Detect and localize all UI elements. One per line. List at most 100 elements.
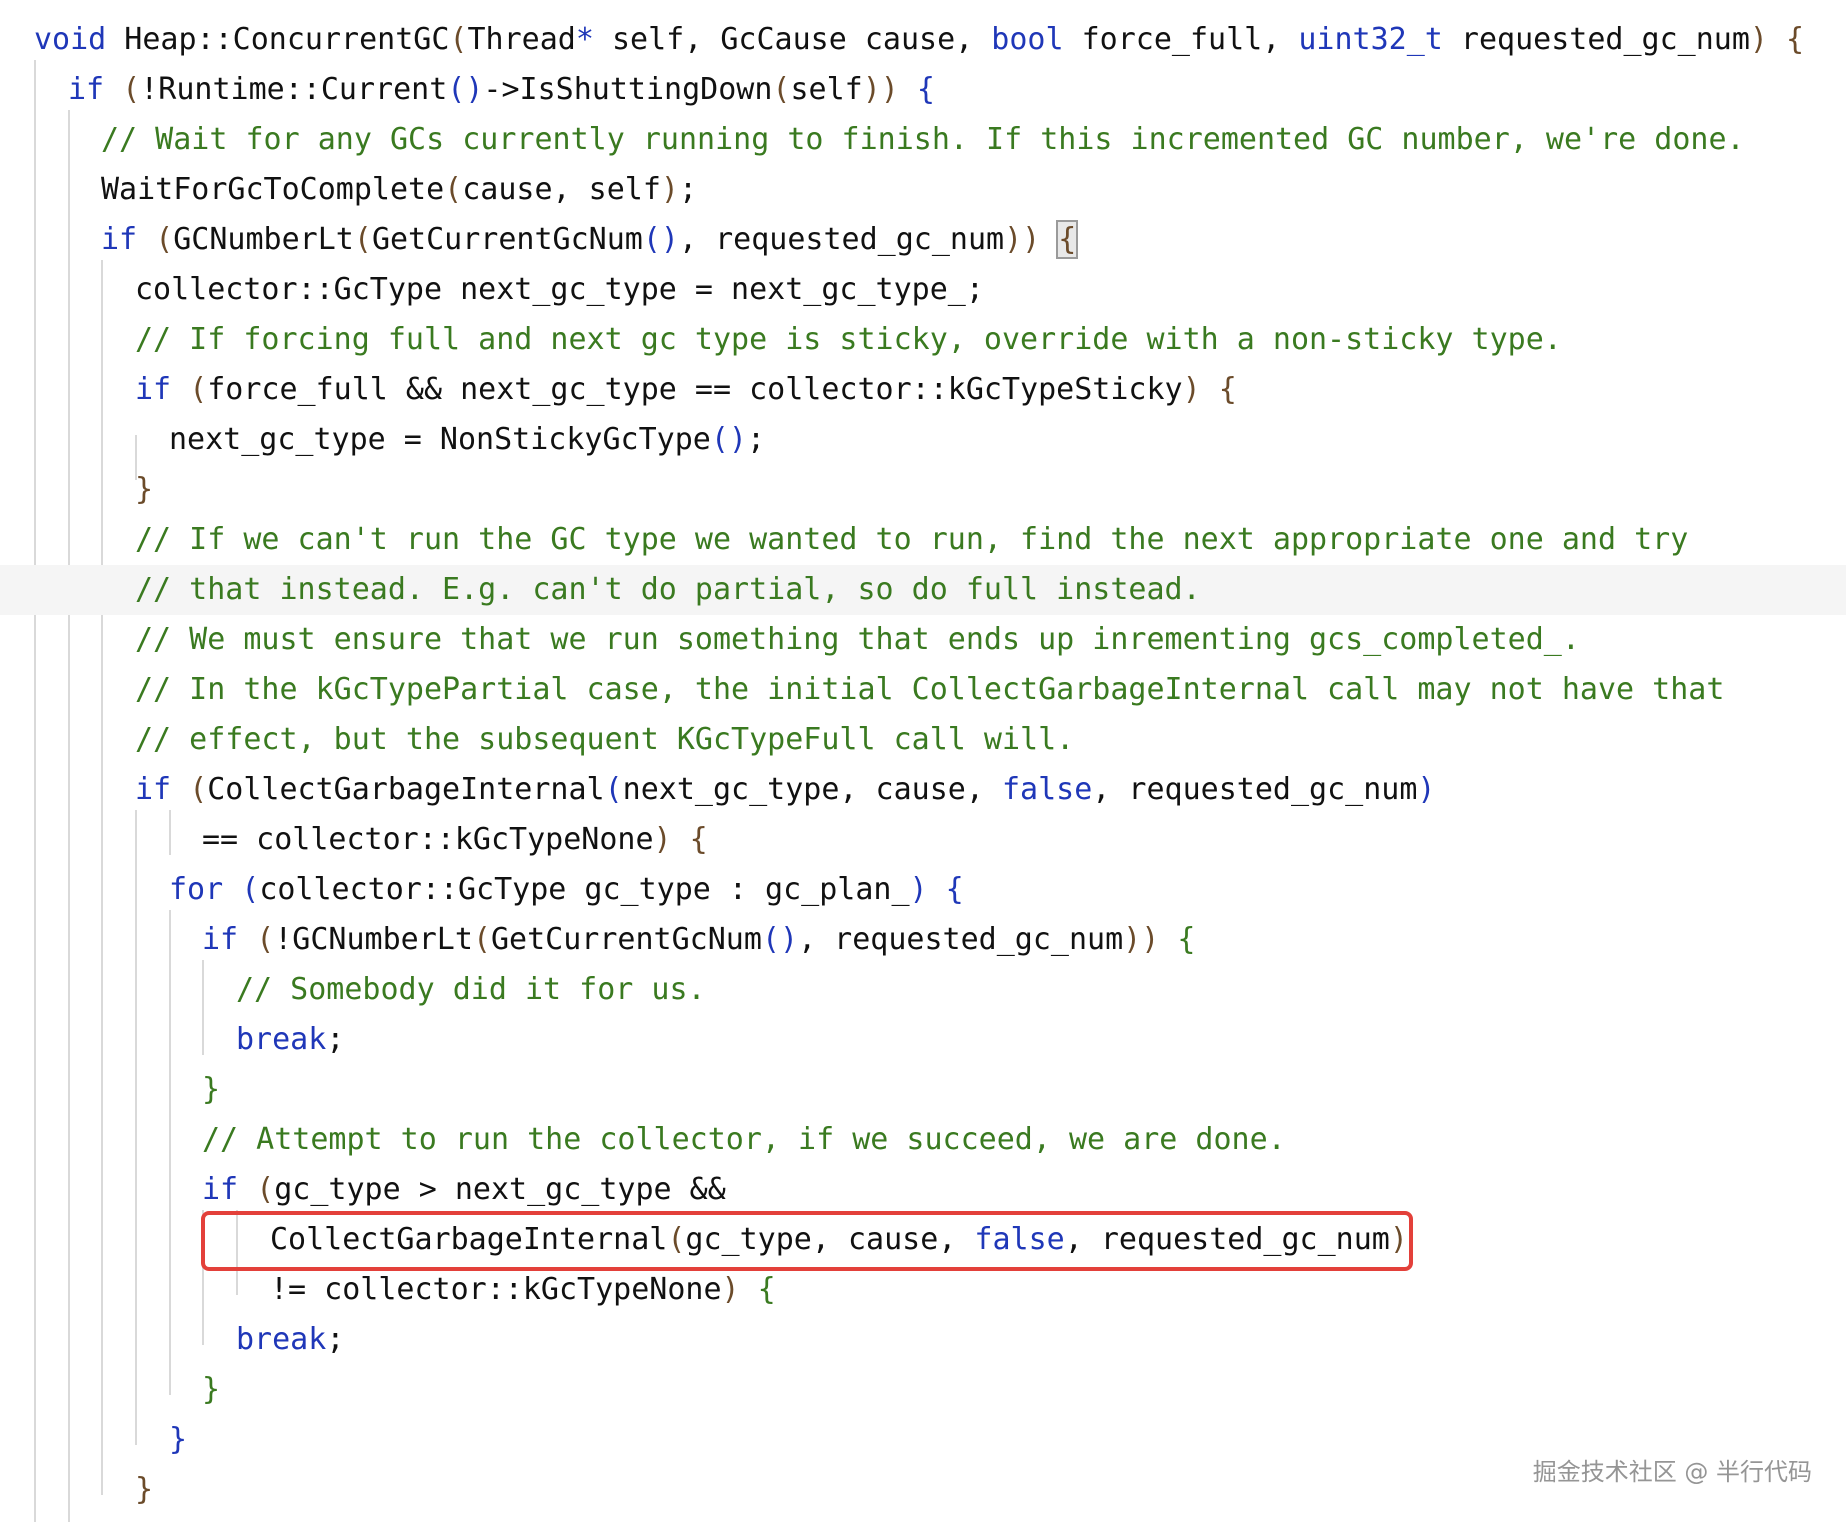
code-token: { bbox=[671, 822, 708, 857]
code-token: ) bbox=[1417, 772, 1436, 807]
code-token: ) bbox=[721, 1272, 740, 1307]
code-line[interactable]: break; bbox=[0, 1315, 1846, 1365]
code-text: break; bbox=[236, 1015, 344, 1065]
code-line[interactable]: } bbox=[0, 465, 1846, 515]
code-token: ) bbox=[1749, 22, 1768, 57]
code-text: next_gc_type = NonStickyGcType(); bbox=[169, 415, 765, 465]
code-token: Heap::ConcurrentGC bbox=[106, 22, 450, 57]
code-editor[interactable]: void Heap::ConcurrentGC(Thread* self, Gc… bbox=[0, 0, 1846, 1522]
code-token: GetCurrentGcNum bbox=[491, 922, 762, 957]
code-token: if bbox=[135, 772, 172, 807]
code-line[interactable]: if (gc_type > next_gc_type && bbox=[0, 1165, 1846, 1215]
code-line[interactable]: == collector::kGcTypeNone) { bbox=[0, 815, 1846, 865]
code-text: collector::GcType next_gc_type = next_gc… bbox=[135, 265, 984, 315]
code-token: WaitForGcToComplete bbox=[101, 172, 445, 207]
code-token: requested_gc_num bbox=[1442, 22, 1750, 57]
code-text: } bbox=[169, 1415, 187, 1465]
code-token: CollectGarbageInternal bbox=[207, 772, 605, 807]
code-token: ( bbox=[189, 372, 208, 407]
code-line[interactable]: // If we can't run the GC type we wanted… bbox=[0, 515, 1846, 565]
code-token: , requested_gc_num bbox=[679, 222, 1005, 257]
code-text: // Wait for any GCs currently running to… bbox=[101, 115, 1745, 165]
code-text: // In the kGcTypePartial case, the initi… bbox=[135, 665, 1724, 715]
code-text: if (gc_type > next_gc_type && bbox=[202, 1165, 726, 1215]
code-token: // Somebody did it for us. bbox=[236, 972, 706, 1007]
code-token: if bbox=[68, 72, 105, 107]
code-line[interactable]: // Somebody did it for us. bbox=[0, 965, 1846, 1015]
code-token: if bbox=[202, 922, 239, 957]
code-line[interactable]: void Heap::ConcurrentGC(Thread* self, Gc… bbox=[0, 15, 1846, 65]
code-line[interactable]: next_gc_type = NonStickyGcType(); bbox=[0, 415, 1846, 465]
code-token: () bbox=[447, 72, 484, 107]
code-token: collector::GcType next_gc_type = next_gc… bbox=[135, 272, 984, 307]
code-token: void bbox=[34, 22, 107, 57]
code-line[interactable]: if (GCNumberLt(GetCurrentGcNum(), reques… bbox=[0, 215, 1846, 265]
code-line[interactable]: // Wait for any GCs currently running to… bbox=[0, 115, 1846, 165]
code-token: !GCNumberLt bbox=[274, 922, 473, 957]
code-token: } bbox=[135, 1472, 154, 1507]
code-text: } bbox=[202, 1365, 220, 1415]
code-token: Thread bbox=[467, 22, 576, 57]
code-token: ; bbox=[326, 1022, 345, 1057]
code-text: != collector::kGcTypeNone) { bbox=[270, 1265, 776, 1315]
code-text: if (!Runtime::Current()->IsShuttingDown(… bbox=[68, 65, 935, 115]
code-line[interactable]: if (force_full && next_gc_type == collec… bbox=[0, 365, 1846, 415]
code-line[interactable]: // that instead. E.g. can't do partial, … bbox=[0, 565, 1846, 615]
code-token: false bbox=[1001, 772, 1093, 807]
code-token: // effect, but the subsequent KGcTypeFul… bbox=[135, 722, 1075, 757]
code-token: ( bbox=[449, 22, 468, 57]
code-token: GCNumberLt bbox=[173, 222, 354, 257]
code-token: ( bbox=[604, 772, 623, 807]
code-token: ( bbox=[256, 922, 275, 957]
code-token: , requested_gc_num bbox=[798, 922, 1124, 957]
code-line[interactable]: // Attempt to run the collector, if we s… bbox=[0, 1115, 1846, 1165]
matching-brace: { bbox=[1056, 220, 1079, 259]
code-text: if (!GCNumberLt(GetCurrentGcNum(), reque… bbox=[202, 915, 1195, 965]
code-line[interactable]: != collector::kGcTypeNone) { bbox=[0, 1265, 1846, 1315]
code-token: ; bbox=[678, 172, 698, 207]
highlight-box bbox=[201, 1211, 1413, 1271]
watermark: 掘金技术社区 @ 半行代码 bbox=[1532, 1458, 1812, 1486]
code-token: force_full && next_gc_type == collector:… bbox=[207, 372, 1183, 407]
code-token: )) bbox=[1004, 222, 1041, 257]
code-line[interactable]: break; bbox=[0, 1015, 1846, 1065]
code-line[interactable]: // If forcing full and next gc type is s… bbox=[0, 315, 1846, 365]
code-token: bool bbox=[991, 22, 1064, 57]
code-token: * bbox=[575, 22, 594, 57]
code-token: { bbox=[739, 1272, 776, 1307]
code-text: if (CollectGarbageInternal(next_gc_type,… bbox=[135, 765, 1435, 815]
code-token: collector::GcType gc_type : gc_plan_ bbox=[259, 872, 910, 907]
code-token: )) bbox=[862, 72, 899, 107]
code-line[interactable]: if (CollectGarbageInternal(next_gc_type,… bbox=[0, 765, 1846, 815]
code-token: break bbox=[236, 1022, 327, 1057]
code-token: } bbox=[202, 1072, 221, 1107]
code-token: next_gc_type, cause, bbox=[622, 772, 1002, 807]
code-line[interactable]: for (collector::GcType gc_type : gc_plan… bbox=[0, 865, 1846, 915]
code-token: == collector::kGcTypeNone bbox=[202, 822, 654, 857]
code-line[interactable]: // effect, but the subsequent KGcTypeFul… bbox=[0, 715, 1846, 765]
code-token: // Wait for any GCs currently running to… bbox=[101, 122, 1745, 157]
code-token: () bbox=[761, 922, 799, 957]
code-text: if (GCNumberLt(GetCurrentGcNum(), reques… bbox=[101, 215, 1079, 265]
code-line[interactable]: if (!GCNumberLt(GetCurrentGcNum(), reque… bbox=[0, 915, 1846, 965]
code-line[interactable]: // We must ensure that we run something … bbox=[0, 615, 1846, 665]
code-token: ) bbox=[909, 872, 928, 907]
code-token: self, GcCause cause, bbox=[593, 22, 992, 57]
code-line[interactable]: if (!Runtime::Current()->IsShuttingDown(… bbox=[0, 65, 1846, 115]
code-line[interactable]: // In the kGcTypePartial case, the initi… bbox=[0, 665, 1846, 715]
code-line[interactable]: } bbox=[0, 1365, 1846, 1415]
code-line[interactable]: collector::GcType next_gc_type = next_gc… bbox=[0, 265, 1846, 315]
code-line[interactable]: WaitForGcToComplete(cause, self); bbox=[0, 165, 1846, 215]
code-token: } bbox=[135, 472, 154, 507]
code-text: // that instead. E.g. can't do partial, … bbox=[135, 565, 1201, 615]
code-line[interactable]: } bbox=[0, 1065, 1846, 1115]
code-token: ( bbox=[444, 172, 463, 207]
code-token: ) bbox=[1182, 372, 1201, 407]
code-token: cause, self bbox=[462, 172, 661, 207]
